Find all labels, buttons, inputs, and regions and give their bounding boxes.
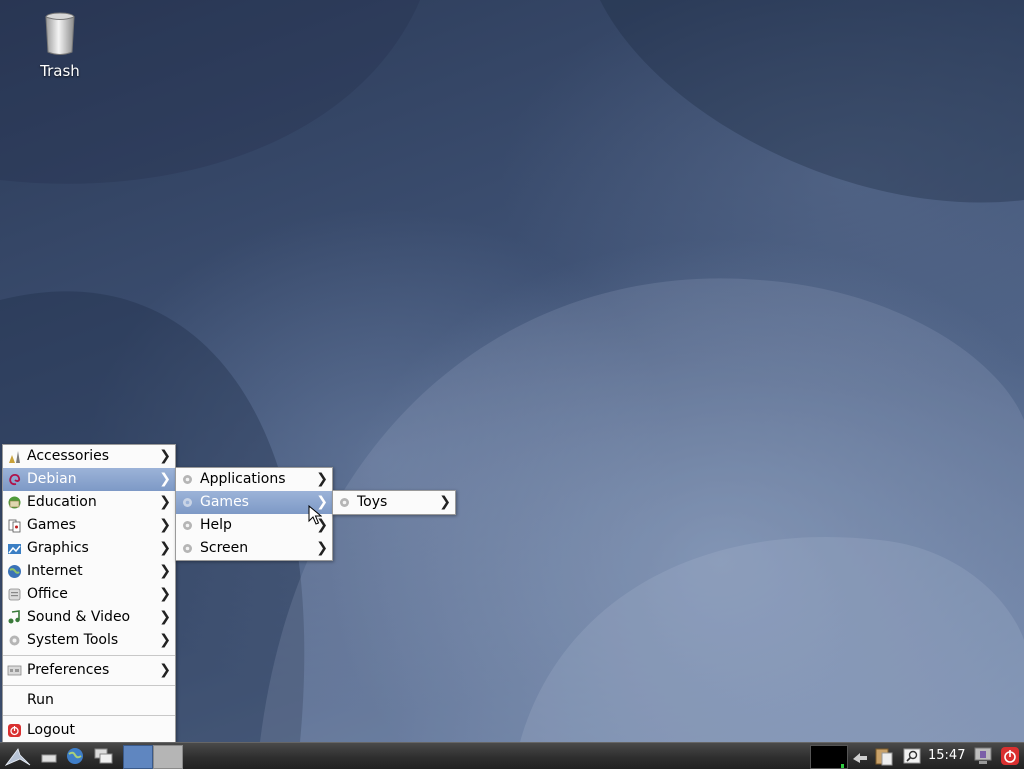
menu-item-label: System Tools (27, 632, 119, 648)
menu-item-label: Logout (27, 722, 75, 738)
chevron-right-icon: ❯ (159, 494, 171, 510)
chevron-right-icon: ❯ (159, 517, 171, 533)
chevron-right-icon: ❯ (159, 563, 171, 579)
preferences-icon (7, 665, 22, 676)
submenu-item-toys[interactable]: Toys ❯ (333, 491, 455, 514)
search-icon[interactable] (901, 745, 923, 767)
gear-icon (183, 498, 192, 507)
menu-item-label: Run (27, 692, 54, 708)
taskbar-panel: 15:47 (0, 742, 1024, 769)
menu-item-label: Screen (200, 540, 249, 556)
menu-separator (3, 685, 175, 686)
menu-item-accessories[interactable]: Accessories ❯ (3, 445, 175, 468)
accessories-icon (9, 451, 20, 463)
clock[interactable]: 15:47 (928, 743, 965, 769)
menu-item-system-tools[interactable]: System Tools ❯ (3, 629, 175, 652)
chevron-right-icon: ❯ (316, 471, 328, 487)
menu-item-debian[interactable]: Debian ❯ (3, 468, 175, 491)
chevron-right-icon: ❯ (159, 662, 171, 678)
window-switcher-icon[interactable] (93, 745, 115, 767)
menu-item-label: Graphics (27, 540, 89, 556)
menu-item-education[interactable]: Education ❯ (3, 491, 175, 514)
menu-item-run[interactable]: Run (3, 689, 175, 712)
applications-menu: Accessories ❯ Debian ❯ Education ❯ Games… (2, 444, 176, 743)
gear-icon (340, 498, 349, 507)
chevron-right-icon: ❯ (159, 448, 171, 464)
menu-item-label: Help (200, 517, 232, 533)
submenu-item-screen[interactable]: Screen ❯ (176, 537, 332, 560)
office-icon (8, 588, 21, 601)
menu-item-graphics[interactable]: Graphics ❯ (3, 537, 175, 560)
menu-item-label: Games (27, 517, 76, 533)
menu-item-preferences[interactable]: Preferences ❯ (3, 659, 175, 682)
trash-icon (45, 12, 75, 55)
trash-desktop-icon[interactable]: Trash (30, 12, 90, 80)
menu-item-label: Debian (27, 471, 77, 487)
workspace-2-button[interactable] (153, 745, 183, 769)
debian-swirl-icon (9, 473, 21, 486)
show-desktop-icon[interactable] (40, 745, 58, 767)
start-menu-icon[interactable] (4, 745, 34, 767)
menu-item-label: Applications (200, 471, 286, 487)
menu-item-label: Accessories (27, 448, 110, 464)
menu-item-label: Education (27, 494, 97, 510)
workspace-1-button[interactable] (123, 745, 153, 769)
submenu-item-applications[interactable]: Applications ❯ (176, 468, 332, 491)
web-browser-icon[interactable] (64, 745, 86, 767)
menu-item-games[interactable]: Games ❯ (3, 514, 175, 537)
internet-globe-icon (8, 565, 21, 578)
chevron-right-icon: ❯ (316, 540, 328, 556)
chevron-right-icon: ❯ (159, 632, 171, 648)
gear-icon (9, 635, 20, 646)
menu-separator (3, 655, 175, 656)
cpu-monitor-graph (810, 745, 848, 769)
gear-icon (183, 475, 192, 484)
chevron-right-icon: ❯ (159, 609, 171, 625)
network-icon[interactable] (850, 745, 870, 767)
power-icon[interactable] (999, 745, 1021, 767)
menu-item-logout[interactable]: Logout (3, 719, 175, 742)
chevron-right-icon: ❯ (439, 494, 451, 510)
games-icon (8, 519, 21, 533)
menu-item-label: Sound & Video (27, 609, 131, 625)
education-icon (8, 496, 21, 509)
menu-separator (3, 715, 175, 716)
graphics-icon (8, 544, 21, 554)
menu-item-label: Internet (27, 563, 83, 579)
chevron-right-icon: ❯ (159, 471, 171, 487)
clipboard-icon[interactable] (873, 745, 895, 767)
mouse-pointer-icon (308, 505, 322, 525)
gear-icon (183, 544, 192, 553)
menu-item-sound-video[interactable]: Sound & Video ❯ (3, 606, 175, 629)
chevron-right-icon: ❯ (159, 586, 171, 602)
chevron-right-icon: ❯ (159, 540, 171, 556)
sound-video-icon (8, 610, 20, 624)
menu-item-office[interactable]: Office ❯ (3, 583, 175, 606)
menu-item-label: Preferences (27, 662, 110, 678)
games-submenu: Toys ❯ (332, 490, 456, 515)
gear-icon (183, 521, 192, 530)
menu-item-internet[interactable]: Internet ❯ (3, 560, 175, 583)
trash-label: Trash (40, 62, 80, 80)
menu-item-label: Toys (357, 494, 388, 510)
screen-lock-icon[interactable] (972, 745, 994, 767)
menu-item-label: Office (27, 586, 68, 602)
logout-icon (8, 724, 21, 737)
menu-item-label: Games (200, 494, 249, 510)
